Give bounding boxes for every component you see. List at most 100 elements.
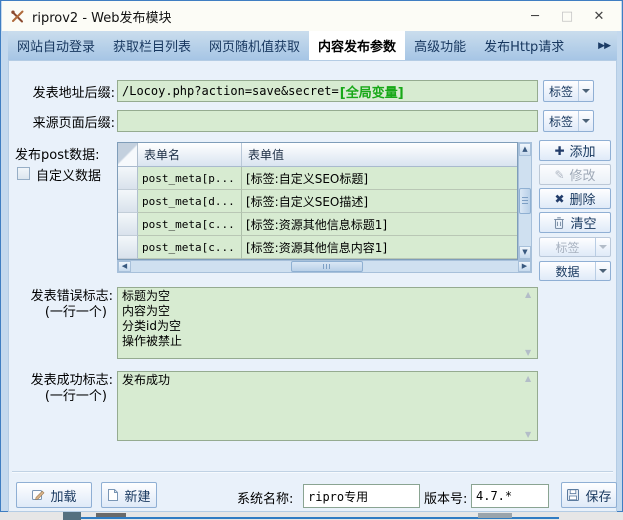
- form-value-cell[interactable]: [标签:资源其他信息标题1]: [242, 213, 517, 236]
- table-row[interactable]: post_meta[d... [标签:自定义SEO描述]: [118, 190, 517, 213]
- data-dropdown-button[interactable]: 数据: [539, 261, 611, 281]
- row-header[interactable]: [118, 190, 138, 213]
- add-button-label: 添加: [569, 145, 596, 160]
- publish-url-tag-button[interactable]: 标签: [543, 80, 594, 102]
- chevron-down-icon: [578, 111, 593, 131]
- table-row[interactable]: post_meta[p... [标签:自定义SEO标题]: [118, 167, 517, 190]
- document-icon: [107, 488, 119, 502]
- save-floppy-icon: [566, 488, 580, 502]
- background-fragment: [478, 513, 512, 518]
- minimize-button[interactable]: ─: [519, 1, 551, 31]
- post-data-table: 表单名 表单值 post_meta[p... [标签:自定义SEO标题] pos…: [117, 142, 518, 260]
- titlebar: riprov2 - Web发布模块 ─ □ ✕: [2, 1, 621, 31]
- scrollbar-track[interactable]: [519, 156, 531, 246]
- row-header[interactable]: [118, 236, 138, 259]
- form-name-cell[interactable]: post_meta[d...: [138, 190, 242, 213]
- success-flags-label-line2: (一行一个): [44, 389, 107, 404]
- scroll-up-icon[interactable]: ▲: [525, 375, 531, 383]
- scroll-down-icon[interactable]: ▼: [519, 246, 531, 259]
- clear-button-label: 清空: [570, 217, 597, 232]
- chevron-down-icon: [578, 81, 593, 101]
- row-header[interactable]: [118, 213, 138, 236]
- tab-random-value[interactable]: 网页随机值获取: [200, 31, 309, 60]
- edit-button[interactable]: ✎ 修改: [539, 164, 611, 185]
- source-page-input[interactable]: [117, 110, 538, 132]
- tab-overflow-button[interactable]: ▶▶: [591, 31, 617, 60]
- table-header-row: 表单名 表单值: [118, 143, 517, 167]
- load-button-label: 加载: [50, 489, 77, 505]
- window-title: riprov2 - Web发布模块: [32, 10, 172, 26]
- form-name-cell[interactable]: post_meta[p...: [138, 167, 242, 190]
- app-icon: [10, 9, 25, 24]
- new-button[interactable]: 新建: [101, 482, 157, 508]
- table-vertical-scrollbar[interactable]: ▲ ▼: [518, 142, 532, 260]
- version-label: 版本号:: [424, 492, 468, 507]
- window-controls: ─ □ ✕: [519, 1, 615, 31]
- tab-site-auto-login[interactable]: 网站自动登录: [8, 31, 104, 60]
- column-header-form-name: 表单名: [138, 143, 242, 166]
- table-corner-cell: [118, 143, 138, 166]
- publish-url-input[interactable]: /Locoy.php?action=save&secret= [全局变量]: [117, 80, 538, 102]
- scroll-right-icon[interactable]: ▶: [518, 261, 531, 272]
- save-button[interactable]: 保存: [561, 482, 617, 508]
- pencil-icon: ✎: [554, 167, 565, 182]
- table-row[interactable]: post_meta[c... [标签:资源其他信息内容1]: [118, 236, 517, 259]
- scroll-down-icon[interactable]: ▼: [525, 349, 531, 357]
- error-flags-label-line2: (一行一个): [44, 305, 107, 320]
- scroll-down-icon[interactable]: ▼: [525, 431, 531, 439]
- error-flags-label: 发表错误标志: (一行一个): [9, 289, 113, 321]
- post-data-label: 发布post数据:: [15, 148, 100, 163]
- system-name-label: 系统名称:: [237, 492, 294, 507]
- load-button[interactable]: 加载: [16, 482, 92, 508]
- success-flags-label-line1: 发表成功标志:: [30, 373, 113, 388]
- scrollbar-thumb[interactable]: [291, 261, 363, 272]
- tag-dropdown-label: 标签: [555, 240, 580, 255]
- publish-url-global-var: [全局变量]: [339, 85, 404, 101]
- new-button-label: 新建: [124, 489, 151, 505]
- version-input[interactable]: [471, 484, 549, 508]
- table-row[interactable]: post_meta[c... [标签:资源其他信息标题1]: [118, 213, 517, 236]
- maximize-button[interactable]: □: [551, 1, 583, 31]
- chevron-down-icon: [595, 238, 610, 256]
- background-fragment: [63, 512, 81, 520]
- tag-button-label: 标签: [548, 84, 573, 99]
- delete-button[interactable]: ✖ 删除: [539, 188, 611, 209]
- system-name-input[interactable]: [303, 484, 420, 508]
- clear-button[interactable]: 清空: [539, 212, 611, 233]
- data-dropdown-label: 数据: [555, 264, 580, 279]
- source-page-tag-button[interactable]: 标签: [543, 110, 594, 132]
- row-header[interactable]: [118, 167, 138, 190]
- tab-publish-http[interactable]: 发布Http请求: [475, 31, 573, 60]
- error-flags-textarea[interactable]: 标题为空 内容为空 分类id为空 操作被禁止: [117, 287, 538, 359]
- background-window-strip: [0, 512, 623, 520]
- content-panel: 发表地址后缀: /Locoy.php?action=save&secret= [全…: [8, 60, 617, 512]
- tab-bar: 网站自动登录 获取栏目列表 网页随机值获取 内容发布参数 高级功能 发布Http…: [8, 31, 617, 60]
- scrollbar-track[interactable]: [131, 261, 518, 272]
- form-value-cell[interactable]: [标签:自定义SEO标题]: [242, 167, 517, 190]
- custom-data-checkbox[interactable]: [17, 167, 30, 180]
- publish-url-value: /Locoy.php?action=save&secret=: [122, 84, 339, 98]
- tab-advanced[interactable]: 高级功能: [405, 31, 475, 60]
- form-value-cell[interactable]: [标签:资源其他信息内容1]: [242, 236, 517, 259]
- custom-data-label: 自定义数据: [36, 169, 102, 184]
- form-name-cell[interactable]: post_meta[c...: [138, 236, 242, 259]
- load-pencil-icon: [31, 488, 45, 502]
- tab-get-column-list[interactable]: 获取栏目列表: [104, 31, 200, 60]
- footer-divider: [12, 471, 613, 473]
- scroll-up-icon[interactable]: ▲: [525, 291, 531, 299]
- tag-button-label: 标签: [548, 114, 573, 129]
- table-horizontal-scrollbar[interactable]: ◀ ▶: [117, 260, 532, 273]
- tag-dropdown-button[interactable]: 标签: [539, 237, 611, 257]
- success-flags-textarea[interactable]: 发布成功: [117, 371, 538, 441]
- edit-button-label: 修改: [569, 169, 596, 184]
- scrollbar-thumb[interactable]: [519, 188, 531, 214]
- form-value-cell[interactable]: [标签:自定义SEO描述]: [242, 190, 517, 213]
- form-name-cell[interactable]: post_meta[c...: [138, 213, 242, 236]
- add-button[interactable]: ✚ 添加: [539, 140, 611, 161]
- source-page-label: 来源页面后缀:: [32, 116, 115, 131]
- scroll-up-icon[interactable]: ▲: [519, 143, 531, 156]
- success-flags-label: 发表成功标志: (一行一个): [9, 373, 113, 405]
- scroll-left-icon[interactable]: ◀: [118, 261, 131, 272]
- tab-content-publish-params[interactable]: 内容发布参数: [309, 31, 406, 60]
- close-button[interactable]: ✕: [583, 1, 615, 31]
